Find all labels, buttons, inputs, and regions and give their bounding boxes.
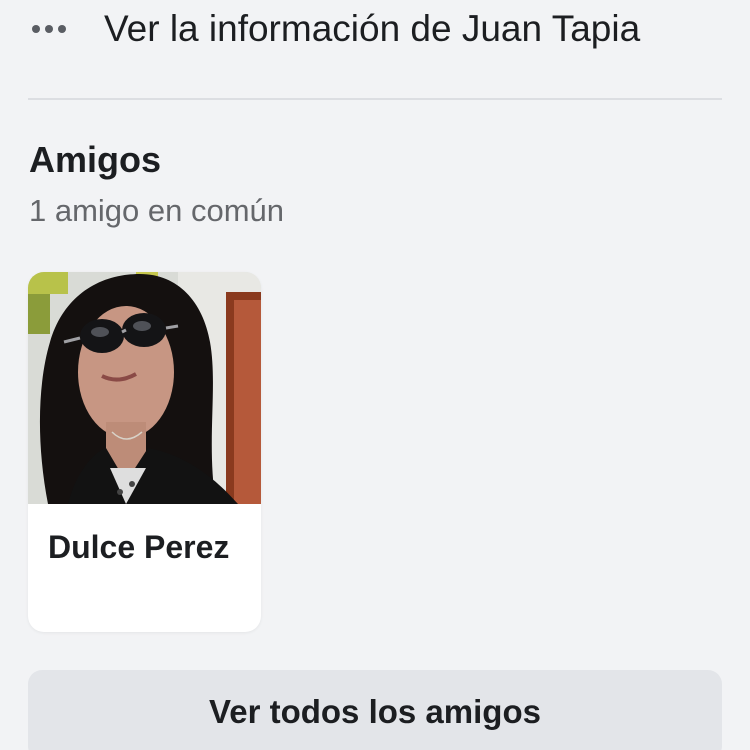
friend-profile-photo — [28, 272, 261, 504]
dot — [58, 25, 66, 33]
see-all-friends-button[interactable]: Ver todos los amigos — [28, 670, 722, 750]
view-profile-info-row[interactable]: Ver la información de Juan Tapia — [0, 0, 750, 68]
section-divider — [28, 98, 722, 100]
friend-name: Dulce Perez — [48, 529, 230, 565]
dot — [45, 25, 53, 33]
dot — [32, 25, 40, 33]
more-dots-icon — [32, 22, 72, 36]
view-info-label: Ver la información de Juan Tapia — [104, 8, 641, 49]
friend-card[interactable]: Dulce Perez — [28, 272, 261, 632]
mutual-friends-count: 1 amigo en común — [29, 193, 285, 228]
profile-friends-screen: Ver la información de Juan Tapia Amigos … — [0, 0, 750, 750]
friends-section-title: Amigos — [29, 139, 162, 180]
see-all-friends-label: Ver todos los amigos — [209, 693, 541, 730]
